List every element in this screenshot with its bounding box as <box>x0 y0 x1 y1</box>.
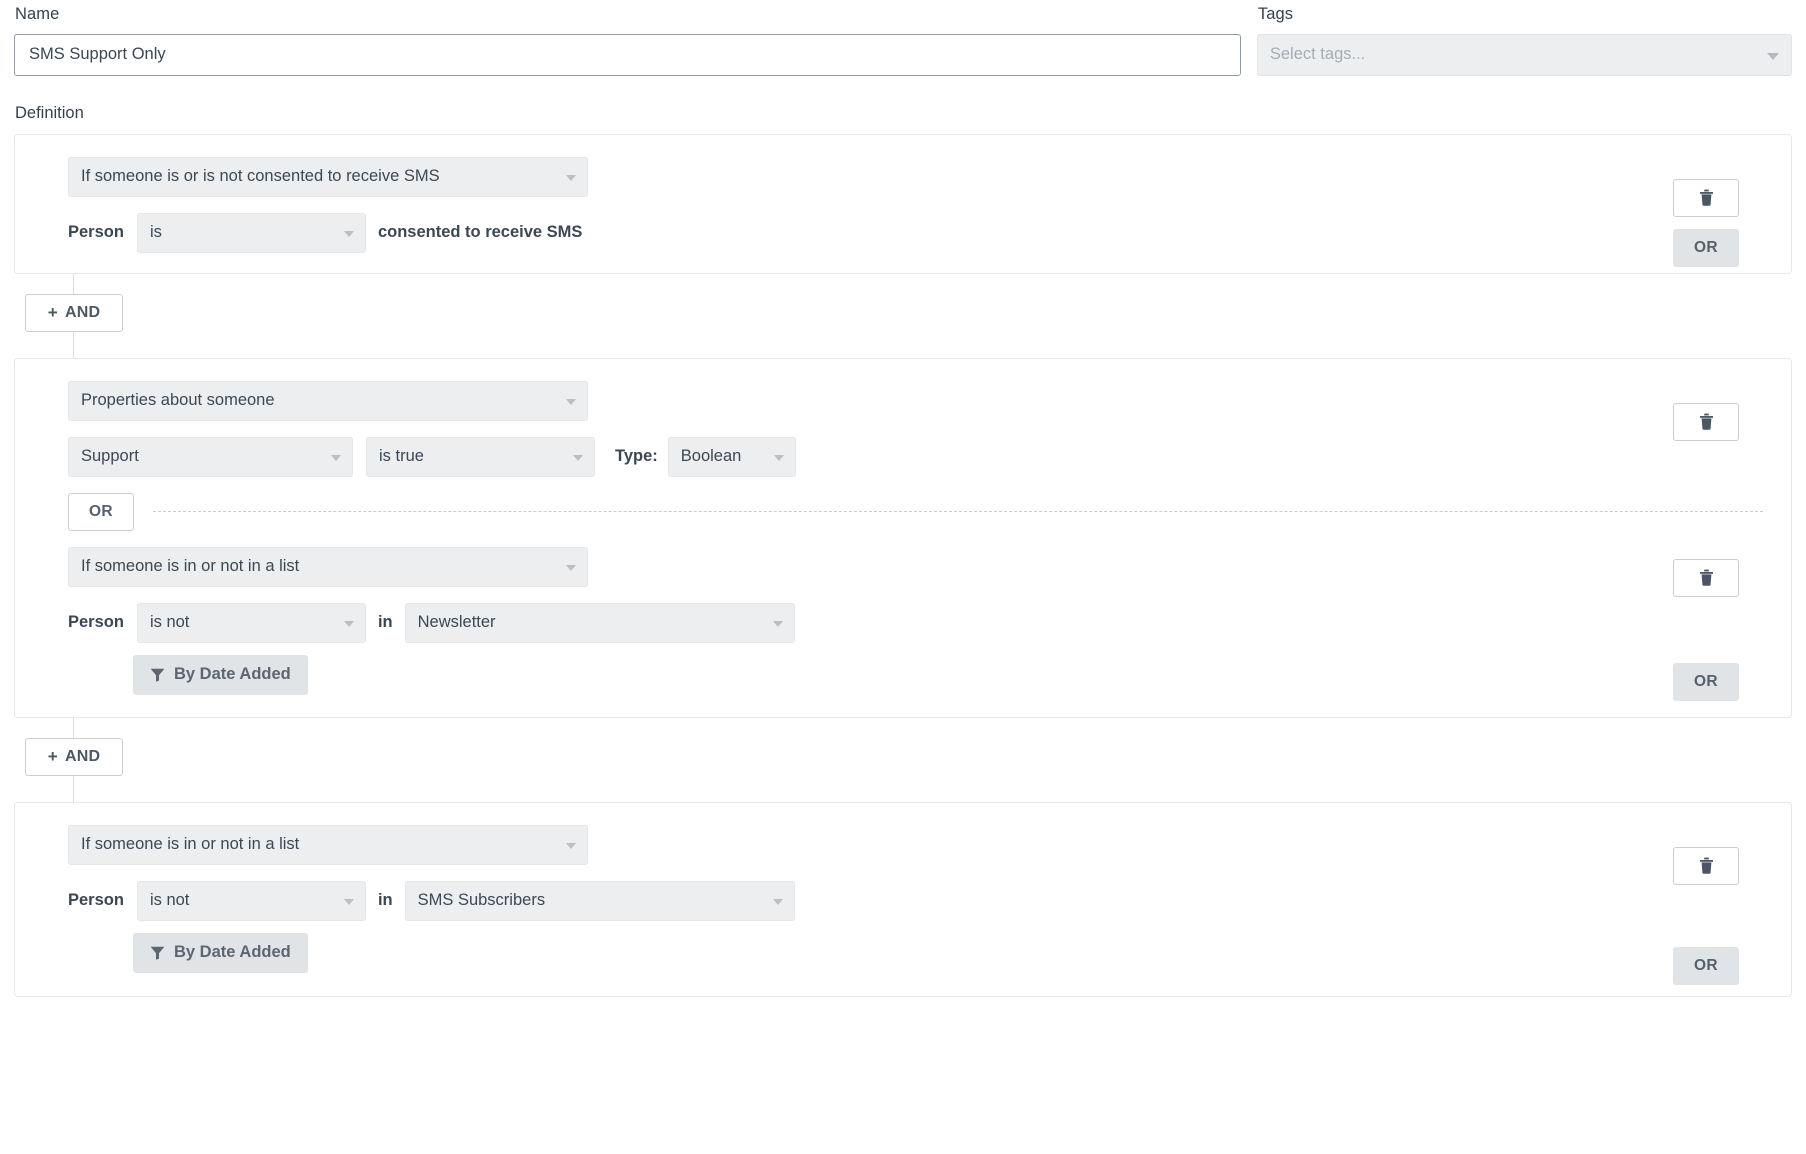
delete-condition-button-2a[interactable] <box>1673 403 1739 441</box>
definition-tree: If someone is or is not consented to rec… <box>14 134 1792 997</box>
chevron-down-icon <box>566 843 576 849</box>
plus-icon: + <box>48 748 58 765</box>
tags-select[interactable]: Select tags... <box>1257 34 1792 76</box>
list-operator-select-3[interactable]: is not <box>137 881 366 921</box>
delete-condition-button-2b[interactable] <box>1673 559 1739 597</box>
by-date-added-label-2: By Date Added <box>174 665 291 684</box>
condition-type-row-3: If someone is in or not in a list <box>37 825 1769 865</box>
chevron-down-icon <box>773 621 783 627</box>
in-label-3: in <box>378 891 393 910</box>
form-header-row: Name Tags Select tags... <box>14 6 1792 76</box>
trash-icon <box>1699 413 1714 430</box>
name-label: Name <box>15 6 1241 23</box>
condition-type-row-2: Properties about someone <box>37 381 1769 421</box>
list-operator-value-3: is not <box>150 891 189 910</box>
chevron-down-icon <box>566 565 576 571</box>
condition-block-3: If someone is in or not in a list Person… <box>14 802 1792 997</box>
person-label-1: Person <box>68 223 124 242</box>
chevron-down-icon <box>566 175 576 181</box>
condition-type-select-1[interactable]: If someone is or is not consented to rec… <box>68 157 588 197</box>
operator-select-1[interactable]: is <box>137 213 366 253</box>
property-detail-row-2: Support is true Type: Boolean <box>37 437 1769 477</box>
or-divider-button-2[interactable]: OR <box>68 493 134 531</box>
add-or-button-3[interactable]: OR <box>1673 947 1739 985</box>
name-input[interactable] <box>14 34 1241 76</box>
list-select-2[interactable]: Newsletter <box>405 603 795 643</box>
definition-label: Definition <box>15 104 1792 123</box>
chevron-down-icon <box>773 899 783 905</box>
value-type-select-2[interactable]: Boolean <box>668 437 796 477</box>
comparator-value-2: is true <box>379 447 424 466</box>
property-value-2: Support <box>81 447 139 466</box>
sub-condition-detail-row-2: Person is not in Newsletter <box>37 603 1769 643</box>
tags-placeholder-text: Select tags... <box>1270 45 1365 64</box>
chevron-down-icon <box>344 621 354 627</box>
filter-icon <box>150 946 165 960</box>
condition-detail-row-1: Person is consented to receive SMS <box>37 213 1769 253</box>
condition-suffix-1: consented to receive SMS <box>378 223 583 242</box>
chevron-down-icon <box>774 455 784 461</box>
tags-field-group: Tags Select tags... <box>1257 6 1792 76</box>
condition-type-row-1: If someone is or is not consented to rec… <box>37 157 1769 197</box>
name-field-group: Name <box>14 6 1241 76</box>
and-button-label: AND <box>65 748 100 766</box>
sub-condition-type-value-2: If someone is in or not in a list <box>81 557 299 576</box>
chevron-down-icon <box>344 899 354 905</box>
chevron-down-icon <box>573 455 583 461</box>
or-divider-2: OR <box>37 493 1769 531</box>
list-operator-select-2[interactable]: is not <box>137 603 366 643</box>
value-type-label-2: Type: <box>615 447 658 466</box>
by-date-added-button-3[interactable]: By Date Added <box>133 933 308 973</box>
condition-block-3-inner: If someone is in or not in a list Person… <box>37 825 1769 973</box>
and-button-label: AND <box>65 304 100 322</box>
by-date-added-label-3: By Date Added <box>174 943 291 962</box>
filter-icon <box>150 668 165 682</box>
in-label-2: in <box>378 613 393 632</box>
plus-icon: + <box>48 304 58 321</box>
date-filter-row-3: By Date Added <box>37 933 1769 973</box>
trash-icon <box>1699 189 1714 206</box>
condition-type-select-2[interactable]: Properties about someone <box>68 381 588 421</box>
and-connector-2: + AND <box>14 718 1792 802</box>
chevron-down-icon <box>331 455 341 461</box>
sub-condition-type-row-2: If someone is in or not in a list <box>37 547 1769 587</box>
date-filter-row-2: By Date Added <box>37 655 1769 695</box>
segment-definition-page: Name Tags Select tags... Definition If s… <box>0 0 1806 997</box>
person-label-2: Person <box>68 613 124 632</box>
add-or-button-2[interactable]: OR <box>1673 663 1739 701</box>
trash-icon <box>1699 857 1714 874</box>
delete-condition-button-1[interactable] <box>1673 179 1739 217</box>
value-type-value-2: Boolean <box>681 447 742 466</box>
condition-type-select-3[interactable]: If someone is in or not in a list <box>68 825 588 865</box>
comparator-select-2[interactable]: is true <box>366 437 595 477</box>
property-select-2[interactable]: Support <box>68 437 353 477</box>
list-operator-value-2: is not <box>150 613 189 632</box>
condition-block-1-inner: If someone is or is not consented to rec… <box>37 157 1769 253</box>
and-connector-1: + AND <box>14 274 1792 358</box>
condition-block-2-inner: Properties about someone Support is true… <box>37 381 1769 695</box>
list-select-3[interactable]: SMS Subscribers <box>405 881 795 921</box>
condition-type-value-1: If someone is or is not consented to rec… <box>81 167 440 186</box>
condition-block-1: If someone is or is not consented to rec… <box>14 134 1792 274</box>
chevron-down-icon <box>344 231 354 237</box>
add-and-button-1[interactable]: + AND <box>25 294 123 332</box>
list-value-2: Newsletter <box>418 613 496 632</box>
condition-type-value-3: If someone is in or not in a list <box>81 835 299 854</box>
chevron-down-icon <box>1767 53 1779 60</box>
add-or-button-1[interactable]: OR <box>1673 229 1739 267</box>
by-date-added-button-2[interactable]: By Date Added <box>133 655 308 695</box>
operator-value-1: is <box>150 223 162 242</box>
add-and-button-2[interactable]: + AND <box>25 738 123 776</box>
sub-condition-type-select-2[interactable]: If someone is in or not in a list <box>68 547 588 587</box>
tags-label: Tags <box>1258 6 1792 23</box>
chevron-down-icon <box>566 399 576 405</box>
delete-condition-button-3[interactable] <box>1673 847 1739 885</box>
person-label-3: Person <box>68 891 124 910</box>
trash-icon <box>1699 569 1714 586</box>
condition-type-value-2: Properties about someone <box>81 391 275 410</box>
list-value-3: SMS Subscribers <box>418 891 545 910</box>
condition-block-2: Properties about someone Support is true… <box>14 358 1792 718</box>
condition-detail-row-3: Person is not in SMS Subscribers <box>37 881 1769 921</box>
or-dashed-line <box>153 511 1763 512</box>
